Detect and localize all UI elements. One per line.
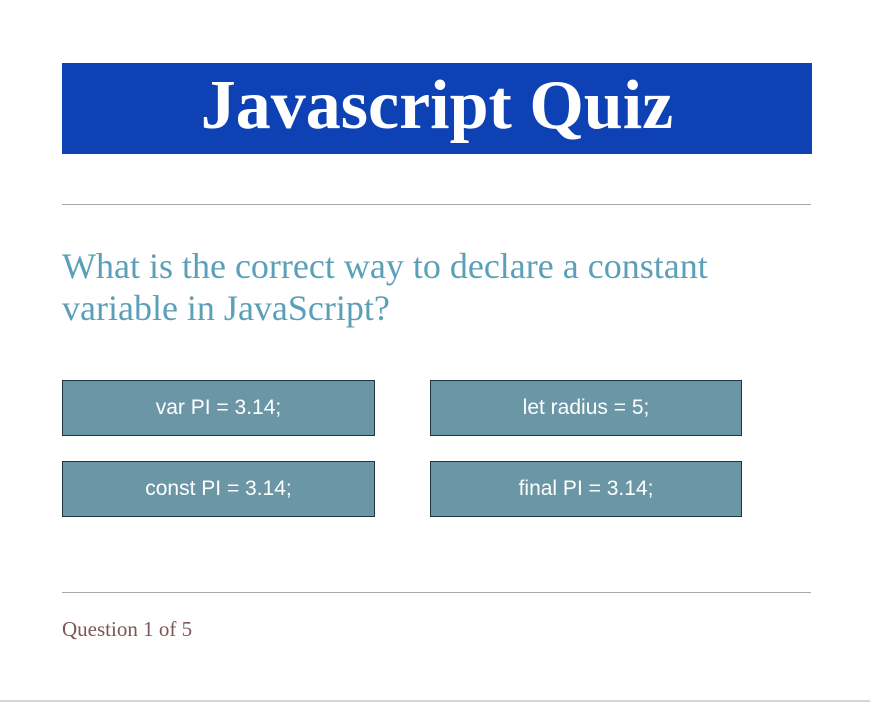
answer-button-4[interactable]: final PI = 3.14; bbox=[430, 461, 742, 517]
quiz-page: Javascript Quiz What is the correct way … bbox=[0, 0, 870, 702]
bottom-divider bbox=[62, 592, 811, 593]
page-title: Javascript Quiz bbox=[200, 66, 674, 144]
answer-button-2[interactable]: let radius = 5; bbox=[430, 380, 742, 436]
progress-text: Question 1 of 5 bbox=[62, 617, 193, 641]
top-divider bbox=[62, 204, 811, 205]
answer-button-1[interactable]: var PI = 3.14; bbox=[62, 380, 375, 436]
title-banner: Javascript Quiz bbox=[62, 63, 812, 154]
answer-button-3[interactable]: const PI = 3.14; bbox=[62, 461, 375, 517]
question-text: What is the correct way to declare a con… bbox=[62, 246, 708, 328]
